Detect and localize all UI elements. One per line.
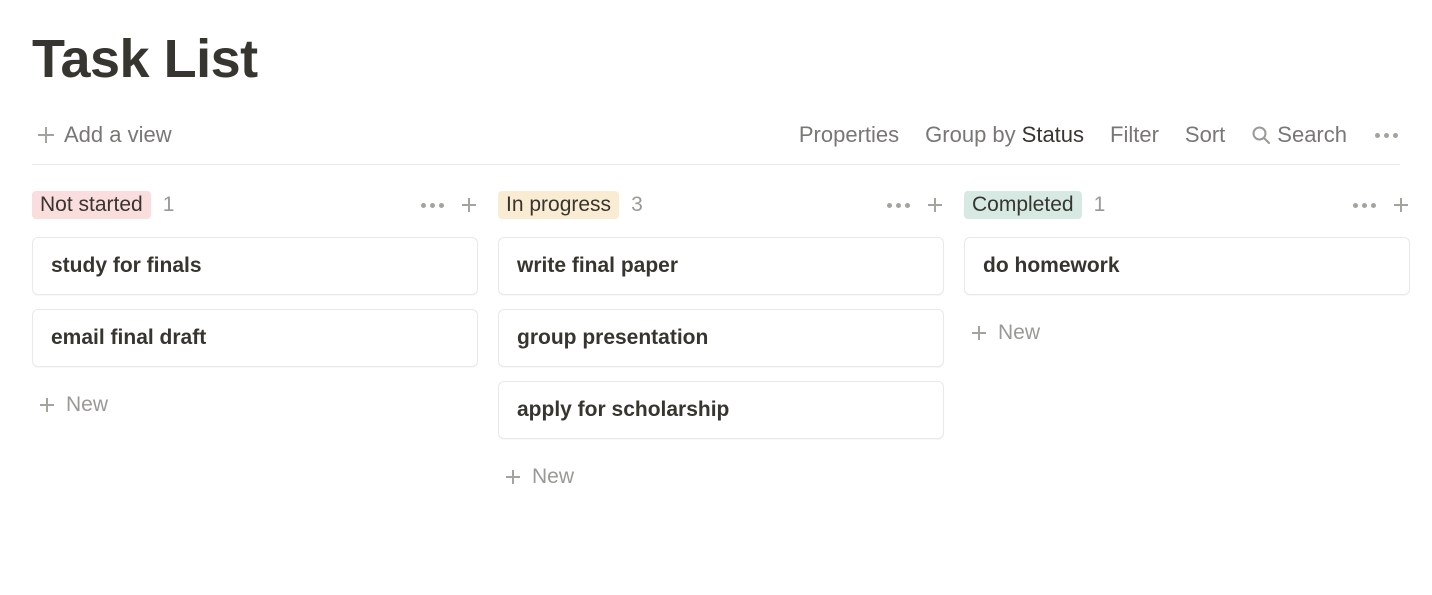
task-card[interactable]: do homework [964, 237, 1410, 295]
column-header: In progress 3 [498, 191, 944, 219]
toolbar: Add a view Properties Group by Status Fi… [32, 118, 1400, 165]
new-task-label: New [532, 465, 574, 489]
board-column: Completed 1 do homework New [964, 191, 1410, 501]
column-count: 1 [1094, 193, 1106, 217]
dots-icon [421, 203, 426, 208]
search-icon [1251, 125, 1271, 145]
group-by-value: Status [1022, 122, 1084, 148]
column-more-button[interactable] [885, 201, 912, 210]
column-add-button[interactable] [460, 196, 478, 214]
new-task-label: New [66, 393, 108, 417]
task-card[interactable]: email final draft [32, 309, 478, 367]
search-label: Search [1277, 122, 1347, 148]
group-by-button[interactable]: Group by Status [925, 122, 1084, 148]
column-add-button[interactable] [926, 196, 944, 214]
search-button[interactable]: Search [1251, 122, 1347, 148]
add-view-button[interactable]: Add a view [32, 118, 176, 152]
column-header-left: Not started 1 [32, 191, 174, 219]
dots-icon [1375, 133, 1380, 138]
more-options-button[interactable] [1373, 131, 1400, 140]
task-card[interactable]: apply for scholarship [498, 381, 944, 439]
sort-button[interactable]: Sort [1185, 122, 1225, 148]
status-chip[interactable]: Completed [964, 191, 1082, 219]
column-header-left: In progress 3 [498, 191, 643, 219]
toolbar-right: Properties Group by Status Filter Sort S… [799, 122, 1400, 148]
plus-icon [504, 468, 522, 486]
task-card[interactable]: study for finals [32, 237, 478, 295]
status-chip[interactable]: In progress [498, 191, 619, 219]
status-chip[interactable]: Not started [32, 191, 151, 219]
new-task-label: New [998, 321, 1040, 345]
column-more-button[interactable] [419, 201, 446, 210]
column-add-button[interactable] [1392, 196, 1410, 214]
plus-icon [970, 324, 988, 342]
group-by-label: Group by [925, 122, 1016, 148]
task-card[interactable]: group presentation [498, 309, 944, 367]
add-view-label: Add a view [64, 122, 172, 148]
column-header-right [419, 196, 478, 214]
dots-icon [887, 203, 892, 208]
toolbar-left: Add a view [32, 118, 176, 152]
new-task-button[interactable]: New [498, 453, 944, 501]
column-more-button[interactable] [1351, 201, 1378, 210]
new-task-button[interactable]: New [32, 381, 478, 429]
task-card[interactable]: write final paper [498, 237, 944, 295]
board-column: In progress 3 write final paper group prese… [498, 191, 944, 501]
column-header: Not started 1 [32, 191, 478, 219]
properties-button[interactable]: Properties [799, 122, 899, 148]
plus-icon [36, 125, 56, 145]
page-title: Task List [32, 28, 1400, 90]
column-count: 1 [163, 193, 175, 217]
column-count: 3 [631, 193, 643, 217]
column-header-left: Completed 1 [964, 191, 1105, 219]
new-task-button[interactable]: New [964, 309, 1410, 357]
filter-button[interactable]: Filter [1110, 122, 1159, 148]
dots-icon [1353, 203, 1358, 208]
column-header-right [1351, 196, 1410, 214]
column-header: Completed 1 [964, 191, 1410, 219]
board-column: Not started 1 study for finals email final … [32, 191, 478, 501]
column-header-right [885, 196, 944, 214]
board: Not started 1 study for finals email final … [32, 165, 1400, 501]
plus-icon [38, 396, 56, 414]
